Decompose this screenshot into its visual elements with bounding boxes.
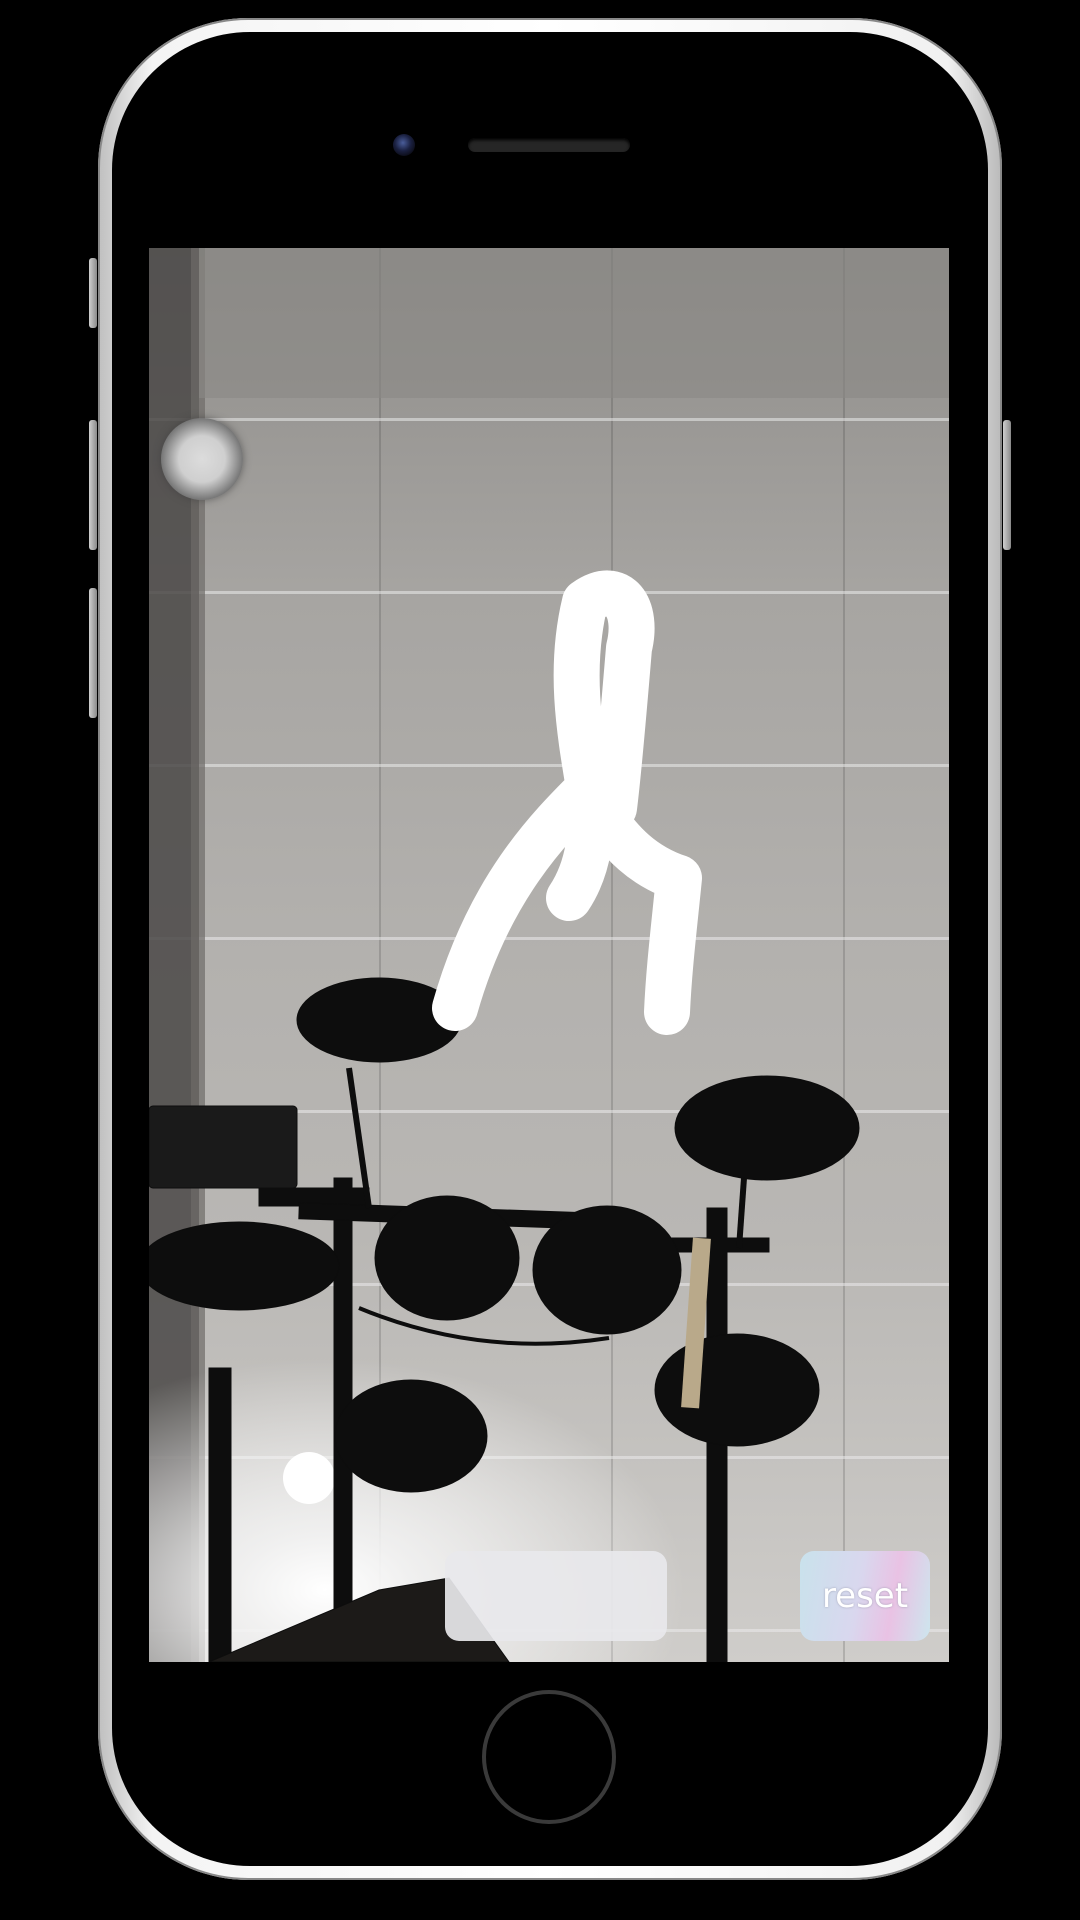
ceiling — [199, 248, 949, 398]
drawing-text-input[interactable] — [445, 1551, 667, 1641]
volume-up-button — [89, 420, 97, 550]
mute-switch — [89, 258, 97, 328]
front-camera-icon — [393, 134, 415, 156]
camera-scene — [149, 248, 949, 1662]
earpiece-speaker — [468, 138, 630, 152]
volume-down-button — [89, 588, 97, 718]
power-button — [1003, 420, 1011, 550]
assistive-touch-icon[interactable] — [161, 418, 243, 500]
ar-camera-view[interactable]: reset — [149, 248, 949, 1662]
reset-button[interactable]: reset — [800, 1551, 930, 1641]
ar-brush-stroke — [432, 570, 702, 1035]
home-button[interactable] — [482, 1690, 616, 1824]
lamp-light — [283, 1452, 335, 1504]
